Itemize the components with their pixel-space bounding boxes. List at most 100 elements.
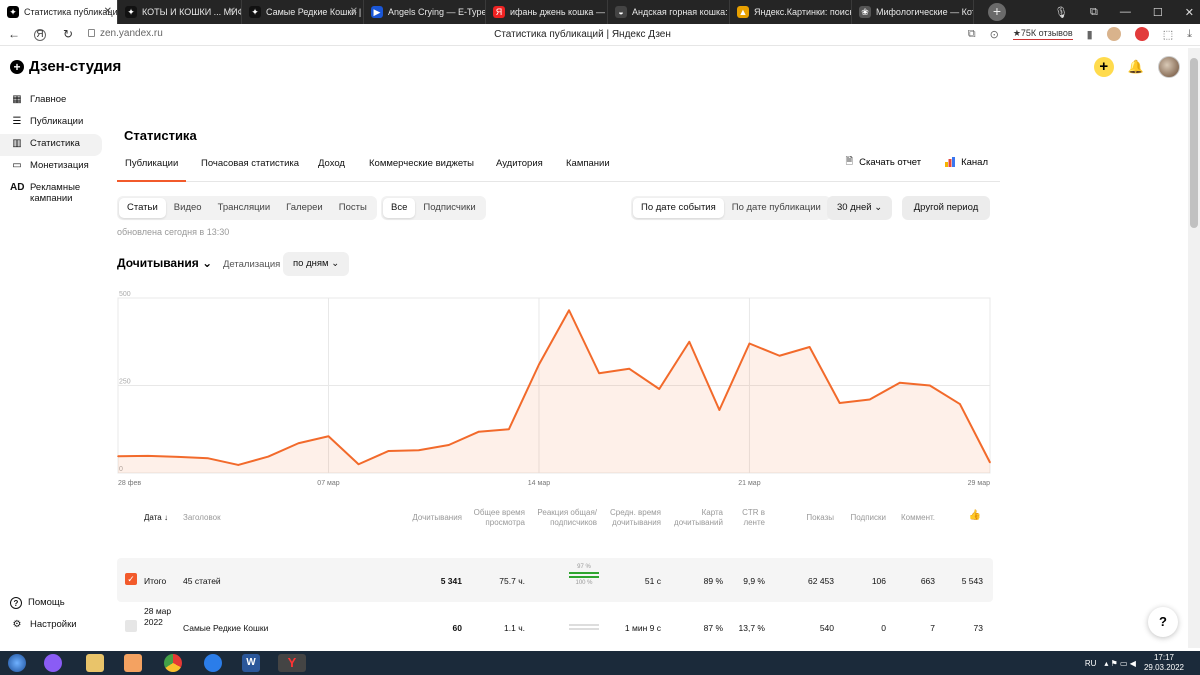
filter-galleries[interactable]: Галереи xyxy=(278,198,331,218)
download-report-button[interactable]: 🗎 Скачать отчет xyxy=(846,154,922,170)
tab-commercial-widgets[interactable]: Коммерческие виджеты xyxy=(369,158,474,169)
extension-icon[interactable] xyxy=(1106,27,1121,41)
audience-subscribers[interactable]: Подписчики xyxy=(415,198,483,218)
tab-publications[interactable]: Публикации xyxy=(116,158,187,182)
chrome-icon[interactable] xyxy=(164,654,182,672)
explorer-icon[interactable] xyxy=(86,654,104,672)
sidebar-item-ad[interactable]: AD Рекламные кампании xyxy=(0,178,102,218)
filter-articles[interactable]: Статьи xyxy=(119,198,166,218)
dzen-logo[interactable]: + Дзен-студия xyxy=(10,58,121,75)
browser-tab[interactable]: ✦ КОТЫ И КОШКИ ... МИФ ✕ xyxy=(118,0,242,24)
browser-tab[interactable]: ✦ Статистика публикаци ✕ xyxy=(0,0,118,24)
channel-button[interactable]: Канал xyxy=(945,154,988,170)
mic-icon[interactable]: 🎙 xyxy=(1054,6,1068,19)
filter-posts[interactable]: Посты xyxy=(331,198,375,218)
data-point xyxy=(658,388,661,390)
protect-icon[interactable]: ⊙ xyxy=(990,28,999,41)
col-ctr[interactable]: CTR в ленте xyxy=(731,508,765,528)
period-select[interactable]: 30 дней ⌄ xyxy=(827,196,893,220)
download-file-icon: 🗎 xyxy=(845,156,854,167)
ie-icon[interactable] xyxy=(204,654,222,672)
col-date[interactable]: Дата ↓ xyxy=(144,513,168,523)
row-title[interactable]: Самые Редкие Кошки xyxy=(183,623,268,633)
close-tab-icon[interactable]: ✕ xyxy=(350,0,358,24)
extensions-icon[interactable]: ⬚ xyxy=(1163,28,1173,41)
metric-select[interactable]: Дочитывания ⌄ xyxy=(117,256,212,270)
tab-campaigns[interactable]: Кампании xyxy=(566,158,610,169)
filter-broadcasts[interactable]: Трансляции xyxy=(210,198,279,218)
browser-tab[interactable]: ❀ Мифологические — Кото xyxy=(852,0,974,24)
pip-icon[interactable]: ⧉ xyxy=(1090,6,1098,19)
close-tab-icon[interactable]: ✕ xyxy=(228,0,236,24)
language-indicator[interactable]: RU xyxy=(1085,659,1097,668)
media-player-icon[interactable] xyxy=(124,654,142,672)
stats-icon: ▥ xyxy=(12,138,22,149)
page-heading: Статистика xyxy=(124,128,197,143)
total-checkbox[interactable]: ✓ xyxy=(125,573,137,585)
browser-tab[interactable]: Яифань джень кошка — Ян xyxy=(486,0,608,24)
detail-select[interactable]: по дням ⌄ xyxy=(283,252,350,276)
scrollbar-thumb[interactable] xyxy=(1190,58,1198,228)
sidebar-item-label: Настройки xyxy=(30,619,77,630)
browser-tab[interactable]: ◒ Андская горная кошка: 1! xyxy=(608,0,730,24)
row-reads: 60 xyxy=(452,623,462,633)
tab-income[interactable]: Доход xyxy=(318,158,345,169)
browser-tab[interactable]: ▲ Яндекс.Картинки: поиск xyxy=(730,0,852,24)
data-point xyxy=(417,449,420,452)
col-reads[interactable]: Дочитывания xyxy=(402,513,462,523)
start-icon[interactable] xyxy=(8,654,26,672)
close-tab-icon[interactable]: ✕ xyxy=(104,0,112,24)
bookmark-icon[interactable]: ▮ xyxy=(1087,28,1093,41)
content-type-switch: Статьи Видео Трансляции Галереи Посты xyxy=(117,196,377,220)
col-subs[interactable]: Подписки xyxy=(844,513,886,523)
close-window-icon[interactable]: ✕ xyxy=(1185,6,1194,19)
total-subs: 106 xyxy=(871,576,886,586)
sidebar-item-help[interactable]: ? Помощь xyxy=(0,593,102,615)
date-by-event[interactable]: По дате события xyxy=(633,198,724,218)
data-point xyxy=(357,463,360,466)
translate-icon[interactable]: ⧉ xyxy=(968,28,976,41)
notifications-bell-icon[interactable]: 🔔 xyxy=(1128,59,1144,75)
maximize-icon[interactable]: ☐ xyxy=(1153,6,1163,19)
x-tick-label: 29 мар xyxy=(968,480,990,487)
date-by-publication[interactable]: По дате публикации xyxy=(724,198,829,218)
col-views[interactable]: Показы xyxy=(797,513,834,523)
x-tick-label: 21 мар xyxy=(738,480,760,487)
sidebar-item-stats[interactable]: ▥ Статистика xyxy=(0,134,102,156)
col-title[interactable]: Заголовок xyxy=(183,513,221,523)
other-period-button[interactable]: Другой период xyxy=(902,196,990,220)
help-button[interactable]: ? xyxy=(1148,607,1178,637)
avatar[interactable] xyxy=(1158,56,1180,78)
filter-video[interactable]: Видео xyxy=(166,198,210,218)
col-total-time[interactable]: Общее время просмотра xyxy=(467,508,525,528)
col-read-map[interactable]: Карта дочитываний xyxy=(671,508,723,528)
adblock-icon[interactable] xyxy=(1134,27,1149,41)
clock[interactable]: 17:17 29.03.2022 xyxy=(1144,653,1184,673)
like-icon[interactable]: 👍 xyxy=(965,511,981,521)
browser-tab[interactable]: ✦ Самые Редкие Кошки | Зе ✕ xyxy=(242,0,364,24)
reviews-badge[interactable]: ★75К отзывов xyxy=(1012,28,1073,40)
minimize-icon[interactable]: — xyxy=(1120,6,1131,18)
download-icon[interactable]: ⤓ xyxy=(1187,28,1192,41)
sidebar-item-settings[interactable]: ⚙ Настройки xyxy=(0,615,102,637)
sidebar-item-publications[interactable]: ☰ Публикации xyxy=(0,112,102,134)
create-button[interactable]: + xyxy=(1093,57,1114,77)
audience-all[interactable]: Все xyxy=(383,198,416,218)
dzen-icon: ✦ xyxy=(125,6,137,18)
row-checkbox[interactable] xyxy=(125,620,137,632)
table-row[interactable]: 28 мар 2022 Самые Редкие Кошки 60 1.1 ч.… xyxy=(117,605,993,649)
sidebar-item-home[interactable]: ▦ Главное xyxy=(0,90,102,112)
col-avg-time[interactable]: Средн. время дочитывания xyxy=(605,508,661,528)
new-tab-button[interactable]: + xyxy=(988,3,1006,21)
col-reaction[interactable]: Реакция общая/ подписчиков xyxy=(533,508,597,528)
alice-icon[interactable] xyxy=(44,654,62,672)
sidebar-item-wallet[interactable]: ▭ Монетизация xyxy=(0,156,102,178)
browser-tab[interactable]: ▶ Angels Crying — E-Type xyxy=(364,0,486,24)
tray-icons[interactable]: ▴ ⚑ ▭ ◀ xyxy=(1104,659,1136,668)
tab-audience[interactable]: Аудитория xyxy=(496,158,543,169)
scrollbar[interactable] xyxy=(1188,48,1200,648)
word-icon[interactable]: W xyxy=(242,654,260,672)
tab-hourly[interactable]: Почасовая статистика xyxy=(201,158,299,169)
col-comments[interactable]: Коммент. xyxy=(895,513,935,523)
yandex-browser-icon[interactable]: Y xyxy=(278,654,306,672)
